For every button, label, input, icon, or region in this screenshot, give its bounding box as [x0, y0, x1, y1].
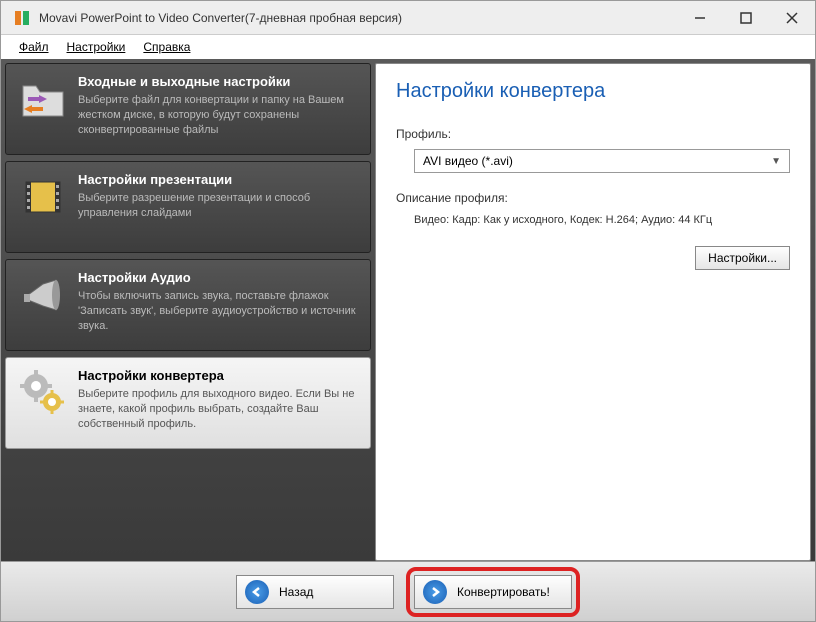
- convert-button-label: Конвертировать!: [457, 585, 550, 599]
- titlebar: Movavi PowerPoint to Video Converter(7-д…: [1, 1, 815, 35]
- menubar: Файл Настройки Справка: [1, 35, 815, 59]
- sidebar: Входные и выходные настройки Выберите фа…: [5, 63, 371, 561]
- film-icon: [18, 172, 68, 222]
- app-window: Movavi PowerPoint to Video Converter(7-д…: [0, 0, 816, 622]
- nav-presentation-text: Настройки презентации Выберите разрешени…: [78, 172, 358, 242]
- minimize-button[interactable]: [677, 2, 723, 34]
- nav-converter-desc: Выберите профиль для выходного видео. Ес…: [78, 387, 358, 432]
- megaphone-icon: [18, 270, 68, 320]
- nav-audio-text: Настройки Аудио Чтобы включить запись зв…: [78, 270, 358, 340]
- window-controls: [677, 2, 815, 34]
- menu-file[interactable]: Файл: [11, 37, 57, 57]
- app-icon: [13, 9, 31, 27]
- menu-help[interactable]: Справка: [135, 37, 198, 57]
- nav-converter-settings[interactable]: Настройки конвертера Выберите профиль дл…: [5, 357, 371, 449]
- gears-icon: [18, 368, 68, 418]
- chevron-down-icon: ▼: [771, 156, 781, 167]
- panel-title: Настройки конвертера: [396, 80, 790, 103]
- window-title: Movavi PowerPoint to Video Converter(7-д…: [39, 11, 677, 25]
- profile-desc-text: Видео: Кадр: Как у исходного, Кодек: H.2…: [396, 213, 790, 228]
- nav-audio-title: Настройки Аудио: [78, 270, 358, 285]
- content-area: Входные и выходные настройки Выберите фа…: [1, 59, 815, 561]
- arrow-right-icon: [423, 580, 447, 604]
- maximize-button[interactable]: [723, 2, 769, 34]
- back-button[interactable]: Назад: [236, 575, 394, 609]
- profile-value: AVI видео (*.avi): [423, 154, 771, 168]
- folder-icon: [18, 74, 68, 124]
- main-panel: Настройки конвертера Профиль: AVI видео …: [375, 63, 811, 561]
- nav-presentation-title: Настройки презентации: [78, 172, 358, 187]
- close-button[interactable]: [769, 2, 815, 34]
- nav-audio-desc: Чтобы включить запись звука, поставьте ф…: [78, 289, 358, 334]
- convert-button-highlight: Конвертировать!: [406, 567, 580, 617]
- menu-settings[interactable]: Настройки: [59, 37, 134, 57]
- nav-converter-title: Настройки конвертера: [78, 368, 358, 383]
- nav-presentation-settings[interactable]: Настройки презентации Выберите разрешени…: [5, 161, 371, 253]
- back-button-label: Назад: [279, 585, 313, 599]
- nav-io-settings[interactable]: Входные и выходные настройки Выберите фа…: [5, 63, 371, 155]
- profile-desc-label: Описание профиля:: [396, 191, 790, 205]
- nav-converter-text: Настройки конвертера Выберите профиль дл…: [78, 368, 358, 438]
- footer: Назад Конвертировать!: [1, 561, 815, 621]
- profile-settings-button[interactable]: Настройки...: [695, 246, 790, 270]
- nav-io-text: Входные и выходные настройки Выберите фа…: [78, 74, 358, 144]
- profile-label: Профиль:: [396, 127, 790, 141]
- convert-button[interactable]: Конвертировать!: [414, 575, 572, 609]
- nav-presentation-desc: Выберите разрешение презентации и способ…: [78, 191, 358, 221]
- nav-io-desc: Выберите файл для конвертации и папку на…: [78, 93, 358, 138]
- nav-io-title: Входные и выходные настройки: [78, 74, 358, 89]
- profile-dropdown[interactable]: AVI видео (*.avi) ▼: [414, 149, 790, 173]
- arrow-left-icon: [245, 580, 269, 604]
- nav-audio-settings[interactable]: Настройки Аудио Чтобы включить запись зв…: [5, 259, 371, 351]
